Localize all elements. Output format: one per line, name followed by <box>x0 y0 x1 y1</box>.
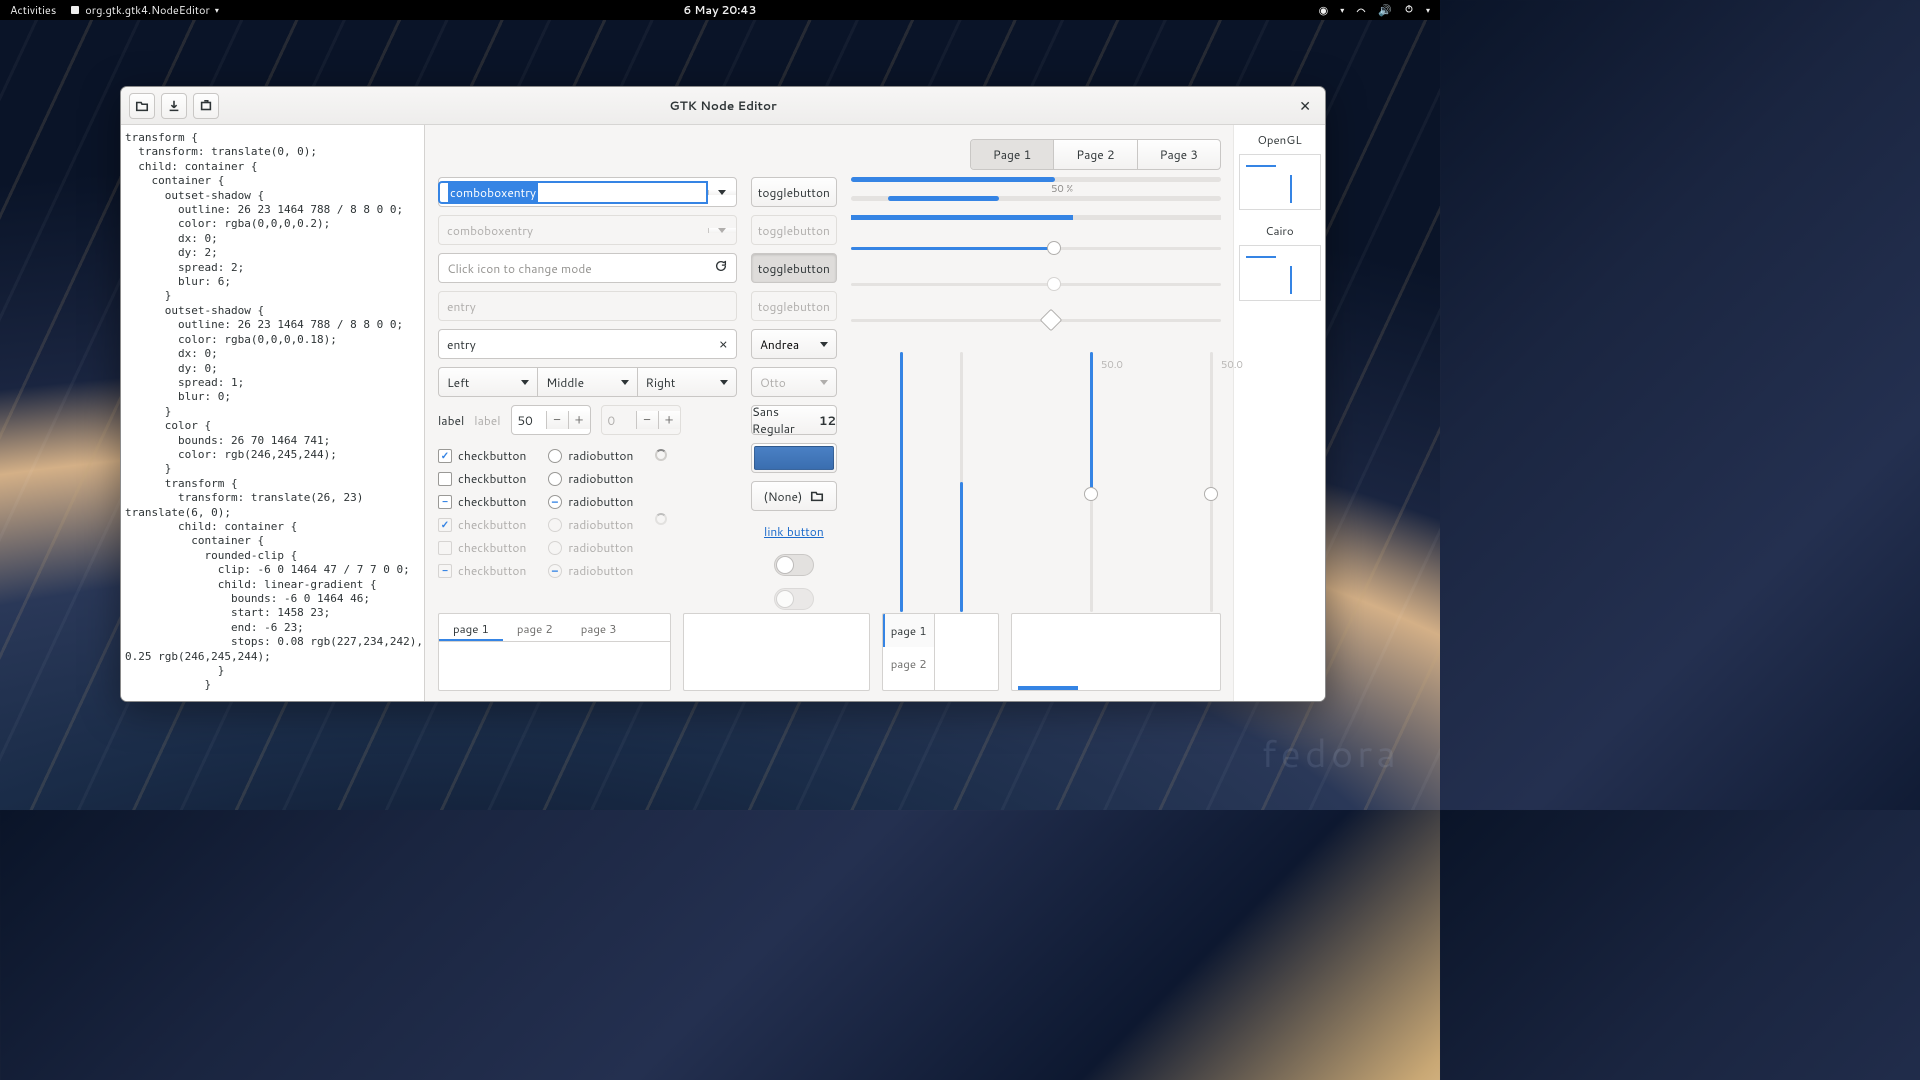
cairo-thumbnail[interactable] <box>1239 245 1321 301</box>
notebook-top-tabs: page 1 page 2 page 3 <box>438 613 671 691</box>
page3-tab[interactable]: Page 3 <box>1138 140 1220 169</box>
scale-2-dis <box>851 274 1221 294</box>
nb4-active-indicator <box>1018 686 1078 690</box>
togglebutton-4-dis: togglebutton <box>751 291 837 321</box>
open-button[interactable] <box>129 93 155 119</box>
nb1-tab3[interactable]: page 3 <box>567 614 631 641</box>
link-button[interactable]: link button <box>751 523 837 540</box>
progressbar-1 <box>851 177 1221 182</box>
radiobutton-dis-mixed: radiobutton <box>548 562 633 579</box>
nb3-tab2[interactable]: page 2 <box>883 647 934 680</box>
icon-mode-entry[interactable]: Click icon to change mode <box>438 253 737 283</box>
nb1-tab2[interactable]: page 2 <box>503 614 567 641</box>
notebook-side-tabs: page 1 page 2 <box>882 613 999 691</box>
page2-tab[interactable]: Page 2 <box>1054 140 1137 169</box>
spin-plus[interactable]: + <box>568 411 590 429</box>
switch-1[interactable] <box>774 554 814 576</box>
app-menu[interactable]: org.gtk.gtk4.NodeEditor ▾ <box>70 2 219 18</box>
vscale-3[interactable]: 50.0 <box>1081 352 1101 612</box>
spinbutton-2: 0−+ <box>601 405 681 435</box>
window-title: GTK Node Editor <box>669 97 776 114</box>
radiobutton-unchecked[interactable]: radiobutton <box>548 447 633 464</box>
nb3-tab1[interactable]: page 1 <box>883 614 934 647</box>
vscale-4-dis: 50.0 <box>1201 352 1221 612</box>
scale-1[interactable] <box>851 238 1221 258</box>
togglebutton-2-dis: togglebutton <box>751 215 837 245</box>
font-button[interactable]: Sans Regular12 <box>751 405 837 435</box>
color-button[interactable] <box>751 443 837 473</box>
checkbutton-dis-checked: checkbutton <box>438 516 526 533</box>
checkbutton-mixed[interactable]: checkbutton <box>438 493 526 510</box>
scale-marks[interactable] <box>851 310 1221 330</box>
close-button[interactable]: ✕ <box>1293 92 1317 120</box>
widget-preview: Page 1 Page 2 Page 3 comboboxentry combo… <box>425 125 1233 701</box>
comboboxentry-2: comboboxentry <box>438 215 737 245</box>
dropdown-andrea[interactable]: Andrea <box>751 329 837 359</box>
progressbar-2: 50 % <box>851 196 1221 201</box>
togglebutton-3-pressed[interactable]: togglebutton <box>751 253 837 283</box>
fedora-watermark: fedora <box>1261 726 1400 780</box>
notebook-bottom-tabs <box>1011 613 1221 691</box>
stack-switcher: Page 1 Page 2 Page 3 <box>970 139 1221 170</box>
checkbutton-unchecked[interactable]: checkbutton <box>438 470 526 487</box>
node-editor-window: GTK Node Editor ✕ transform { transform:… <box>120 86 1326 702</box>
folder-icon <box>810 489 824 503</box>
titlebar[interactable]: GTK Node Editor ✕ <box>121 87 1325 125</box>
checkbutton-dis: checkbutton <box>438 539 526 556</box>
radiobutton-mixed[interactable]: radiobutton <box>548 493 633 510</box>
radiobutton-dis2: radiobutton <box>548 539 633 556</box>
notebook-empty <box>683 613 870 691</box>
gnome-topbar: Activities org.gtk.gtk4.NodeEditor ▾ 6 M… <box>0 0 1440 20</box>
dropdown-left[interactable]: Left <box>438 367 538 397</box>
accessibility-icon[interactable]: ◉ <box>1319 2 1329 18</box>
volume-icon[interactable]: 🔊 <box>1378 2 1392 18</box>
checkbutton-dis-mixed: checkbutton <box>438 562 526 579</box>
radiobutton-dis: radiobutton <box>548 516 633 533</box>
export-button[interactable] <box>193 93 219 119</box>
label-2-disabled: label <box>474 412 500 429</box>
vscale-1[interactable] <box>891 352 911 612</box>
label-1: label <box>438 412 464 429</box>
spinbutton-1[interactable]: 50−+ <box>511 405 591 435</box>
dropdown-otto: Otto <box>751 367 837 397</box>
clock[interactable]: 6 May 20:43 <box>683 2 756 18</box>
checkbutton-checked[interactable]: checkbutton <box>438 447 526 464</box>
file-chooser-button[interactable]: (None) <box>751 481 837 511</box>
entry-with-clear[interactable]: entry × <box>438 329 737 359</box>
code-editor[interactable]: transform { transform: translate(0, 0); … <box>121 125 425 701</box>
clear-icon[interactable]: × <box>719 334 728 354</box>
entry-disabled: entry <box>438 291 737 321</box>
spin-minus[interactable]: − <box>546 411 568 429</box>
togglebutton-1[interactable]: togglebutton <box>751 177 837 207</box>
combo-dropdown-icon[interactable] <box>708 190 736 195</box>
network-icon[interactable] <box>1356 2 1366 18</box>
vscale-2[interactable] <box>951 352 971 612</box>
activities-button[interactable]: Activities <box>10 2 56 18</box>
dropdown-right[interactable]: Right <box>637 367 737 397</box>
renderer-cairo-label[interactable]: Cairo <box>1234 216 1325 243</box>
nb1-tab1[interactable]: page 1 <box>439 614 503 641</box>
power-icon[interactable] <box>1404 2 1414 18</box>
opengl-thumbnail[interactable] <box>1239 154 1321 210</box>
levelbar <box>851 215 1221 220</box>
page1-tab[interactable]: Page 1 <box>971 140 1054 169</box>
spinner-icon-dis <box>655 513 667 525</box>
renderer-opengl-label[interactable]: OpenGL <box>1234 125 1325 152</box>
renderer-sidebar: OpenGL Cairo <box>1233 125 1325 701</box>
radiobutton-unchecked2[interactable]: radiobutton <box>548 470 633 487</box>
comboboxentry-1[interactable]: comboboxentry <box>438 177 737 207</box>
save-button[interactable] <box>161 93 187 119</box>
spinner-icon <box>655 449 667 461</box>
dropdown-middle[interactable]: Middle <box>538 367 636 397</box>
switch-2-dis <box>774 588 814 610</box>
refresh-icon[interactable] <box>714 259 728 277</box>
